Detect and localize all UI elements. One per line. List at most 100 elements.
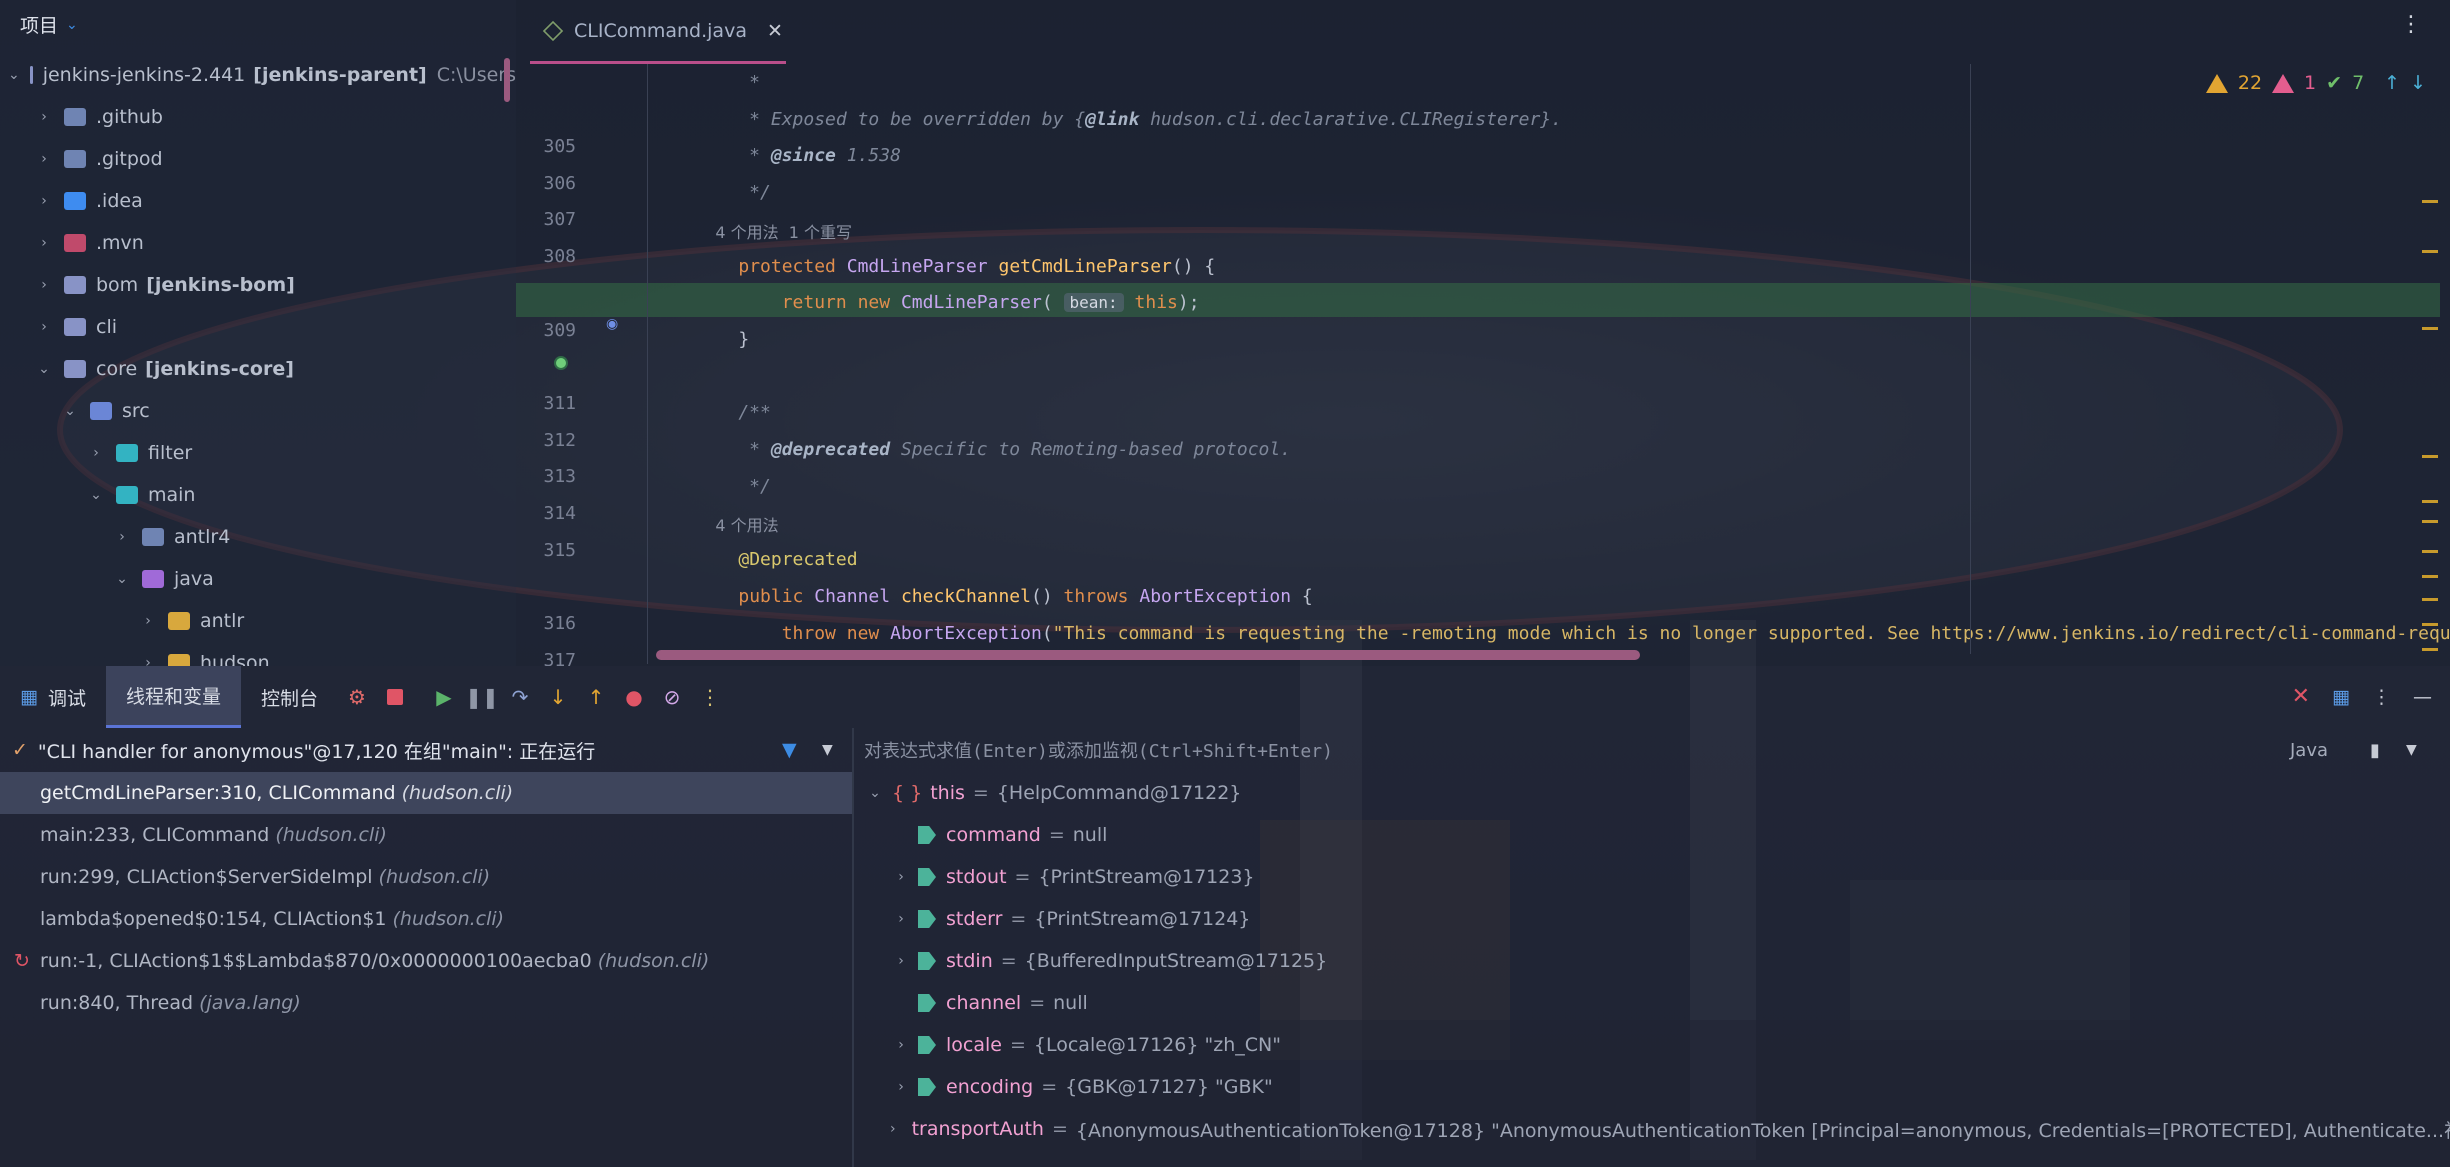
step-into-icon[interactable]: ↓: [546, 685, 570, 709]
code-line[interactable]: *: [695, 72, 760, 93]
stripe-marker[interactable]: [2422, 623, 2438, 626]
variable-row[interactable]: › transportAuth = {AnonymousAuthenticationT…: [854, 1108, 2450, 1150]
chevron-down-icon[interactable]: ⌄: [86, 487, 106, 503]
resume-icon[interactable]: ▶: [432, 685, 456, 709]
tab-threads-variables[interactable]: 线程和变量: [105, 666, 241, 728]
tree-item[interactable]: ⌄ java: [0, 558, 516, 600]
stripe-marker[interactable]: [2422, 327, 2438, 330]
tree-item[interactable]: › cli: [0, 306, 516, 348]
variable-row[interactable]: command = null: [854, 814, 2450, 856]
code-line[interactable]: * @deprecated Specific to Remoting-based…: [695, 439, 1291, 460]
stack-frame[interactable]: main:233, CLICommand (hudson.cli): [0, 814, 852, 856]
variable-row[interactable]: › stdin = {BufferedInputStream@17125}: [854, 940, 2450, 982]
step-out-icon[interactable]: ↑: [584, 685, 608, 709]
variable-row[interactable]: ⌄ { } this = {HelpCommand@17122}: [854, 772, 2450, 814]
step-over-icon[interactable]: ↷: [508, 685, 532, 709]
chevron-right-icon[interactable]: ›: [890, 911, 912, 927]
rerun-debug-icon[interactable]: ⚙: [345, 685, 369, 709]
overridden-method-icon[interactable]: ◉: [606, 316, 618, 332]
chevron-right-icon[interactable]: ›: [890, 1037, 912, 1053]
line-gutter[interactable]: 3053063073083093113123133143153163173183…: [516, 64, 648, 666]
variable-row[interactable]: › stdout = {PrintStream@17123}: [854, 856, 2450, 898]
chevron-right-icon[interactable]: ›: [86, 445, 106, 461]
tree-item[interactable]: › .github: [0, 96, 516, 138]
chevron-down-icon[interactable]: ⌄: [864, 785, 886, 801]
variable-row[interactable]: › locale = {Locale@17126} "zh_CN": [854, 1024, 2450, 1066]
clear-icon[interactable]: ✕: [2292, 684, 2310, 709]
chevron-down-icon[interactable]: ⌄: [8, 67, 20, 83]
code-line[interactable]: 4 个用法: [695, 512, 778, 536]
tree-item[interactable]: › .idea: [0, 180, 516, 222]
more-options-icon[interactable]: ⋮: [2400, 14, 2422, 36]
chevron-right-icon[interactable]: ›: [890, 1079, 912, 1095]
stack-frame[interactable]: getCmdLineParser:310, CLICommand (hudson…: [0, 772, 852, 814]
mute-breakpoints-icon[interactable]: ⊘: [660, 685, 684, 709]
tab-debug[interactable]: ▦ 调试: [0, 666, 106, 728]
stack-frame[interactable]: run:840, Thread (java.lang): [0, 982, 852, 1024]
tree-item[interactable]: ⌄ jenkins-jenkins-2.441 [jenkins-parent] C:…: [0, 54, 516, 96]
code-line[interactable]: protected CmdLineParser getCmdLineParser…: [695, 256, 1215, 277]
tree-item[interactable]: › filter: [0, 432, 516, 474]
chevron-down-icon[interactable]: ▼: [822, 742, 833, 758]
tree-scrollbar[interactable]: [504, 58, 510, 102]
code-line[interactable]: 4 个用法 1 个重写: [695, 219, 852, 243]
stack-frame[interactable]: lambda$opened$0:154, CLIAction$1 (hudson…: [0, 898, 852, 940]
stack-frame[interactable]: run:299, CLIAction$ServerSideImpl (hudso…: [0, 856, 852, 898]
tab-clicommand-java[interactable]: CLICommand.java ✕: [530, 0, 786, 64]
chevron-down-icon[interactable]: ⌄: [34, 361, 54, 377]
stop-icon[interactable]: [383, 685, 407, 709]
filter-icon[interactable]: ▼: [782, 739, 797, 761]
stripe-marker[interactable]: [2422, 250, 2438, 253]
tree-item[interactable]: › bom [jenkins-bom]: [0, 264, 516, 306]
stripe-marker[interactable]: [2422, 648, 2438, 651]
tree-item[interactable]: ⌄ src: [0, 390, 516, 432]
more-icon[interactable]: ⋮: [698, 685, 722, 709]
evaluate-expression-input[interactable]: 对表达式求值(Enter)或添加监视(Ctrl+Shift+Enter) Jav…: [854, 728, 2450, 772]
chevron-right-icon[interactable]: ›: [34, 235, 54, 251]
project-view-selector[interactable]: 项目 ⌄: [20, 11, 78, 38]
chevron-down-icon[interactable]: ⌄: [112, 571, 132, 587]
code-line[interactable]: */: [695, 182, 771, 203]
chevron-right-icon[interactable]: ›: [890, 869, 912, 885]
next-highlight-icon[interactable]: ↓: [2410, 72, 2426, 94]
thread-selector[interactable]: ✓ "CLI handler for anonymous"@17,120 在组"…: [0, 728, 852, 772]
stripe-marker[interactable]: [2422, 200, 2438, 203]
variable-row[interactable]: channel = null: [854, 982, 2450, 1024]
chevron-right-icon[interactable]: ›: [890, 953, 912, 969]
tree-item[interactable]: › .mvn: [0, 222, 516, 264]
chevron-right-icon[interactable]: ›: [890, 1121, 896, 1137]
variable-row[interactable]: › encoding = {GBK@17127} "GBK": [854, 1066, 2450, 1108]
code-line[interactable]: @Deprecated: [695, 549, 857, 570]
code-line[interactable]: return new CmdLineParser( bean: this);: [695, 292, 1200, 313]
chevron-down-icon[interactable]: ▼: [2406, 742, 2417, 758]
tree-item[interactable]: › antlr4: [0, 516, 516, 558]
hide-icon[interactable]: —: [2413, 686, 2432, 708]
code-line[interactable]: public Channel checkChannel() throws Abo…: [695, 586, 1312, 607]
horizontal-scrollbar[interactable]: [656, 650, 1640, 660]
view-breakpoints-icon[interactable]: ●: [622, 685, 646, 709]
stripe-marker[interactable]: [2422, 455, 2438, 458]
chevron-right-icon[interactable]: ›: [34, 193, 54, 209]
close-icon[interactable]: ✕: [767, 20, 783, 42]
chevron-right-icon[interactable]: ›: [112, 529, 132, 545]
previous-highlight-icon[interactable]: ↑: [2384, 72, 2400, 94]
stack-frame[interactable]: ↻ run:-1, CLIAction$1$$Lambda$870/0x00000…: [0, 940, 852, 982]
chevron-right-icon[interactable]: ›: [34, 277, 54, 293]
inspection-widget[interactable]: 22 1 ✔ 7 ↑ ↓: [2205, 72, 2426, 94]
chevron-right-icon[interactable]: ›: [138, 655, 158, 666]
code-line[interactable]: /**: [695, 402, 771, 423]
stripe-marker[interactable]: [2422, 575, 2438, 578]
code-line[interactable]: */: [695, 476, 771, 497]
tree-item[interactable]: › antlr: [0, 600, 516, 642]
chevron-right-icon[interactable]: ›: [34, 151, 54, 167]
language-selector[interactable]: Java: [2290, 740, 2328, 761]
stripe-marker[interactable]: [2422, 520, 2438, 523]
variable-row[interactable]: › stderr = {PrintStream@17124}: [854, 898, 2450, 940]
options-icon[interactable]: ⋮: [2372, 686, 2391, 708]
chevron-right-icon[interactable]: ›: [34, 319, 54, 335]
bookmark-icon[interactable]: ▮: [2370, 740, 2380, 761]
tab-console[interactable]: 控制台: [241, 666, 338, 728]
pause-icon[interactable]: ❚❚: [465, 685, 499, 709]
tree-item[interactable]: ⌄ main: [0, 474, 516, 516]
code-line[interactable]: * @since 1.538: [695, 145, 901, 166]
